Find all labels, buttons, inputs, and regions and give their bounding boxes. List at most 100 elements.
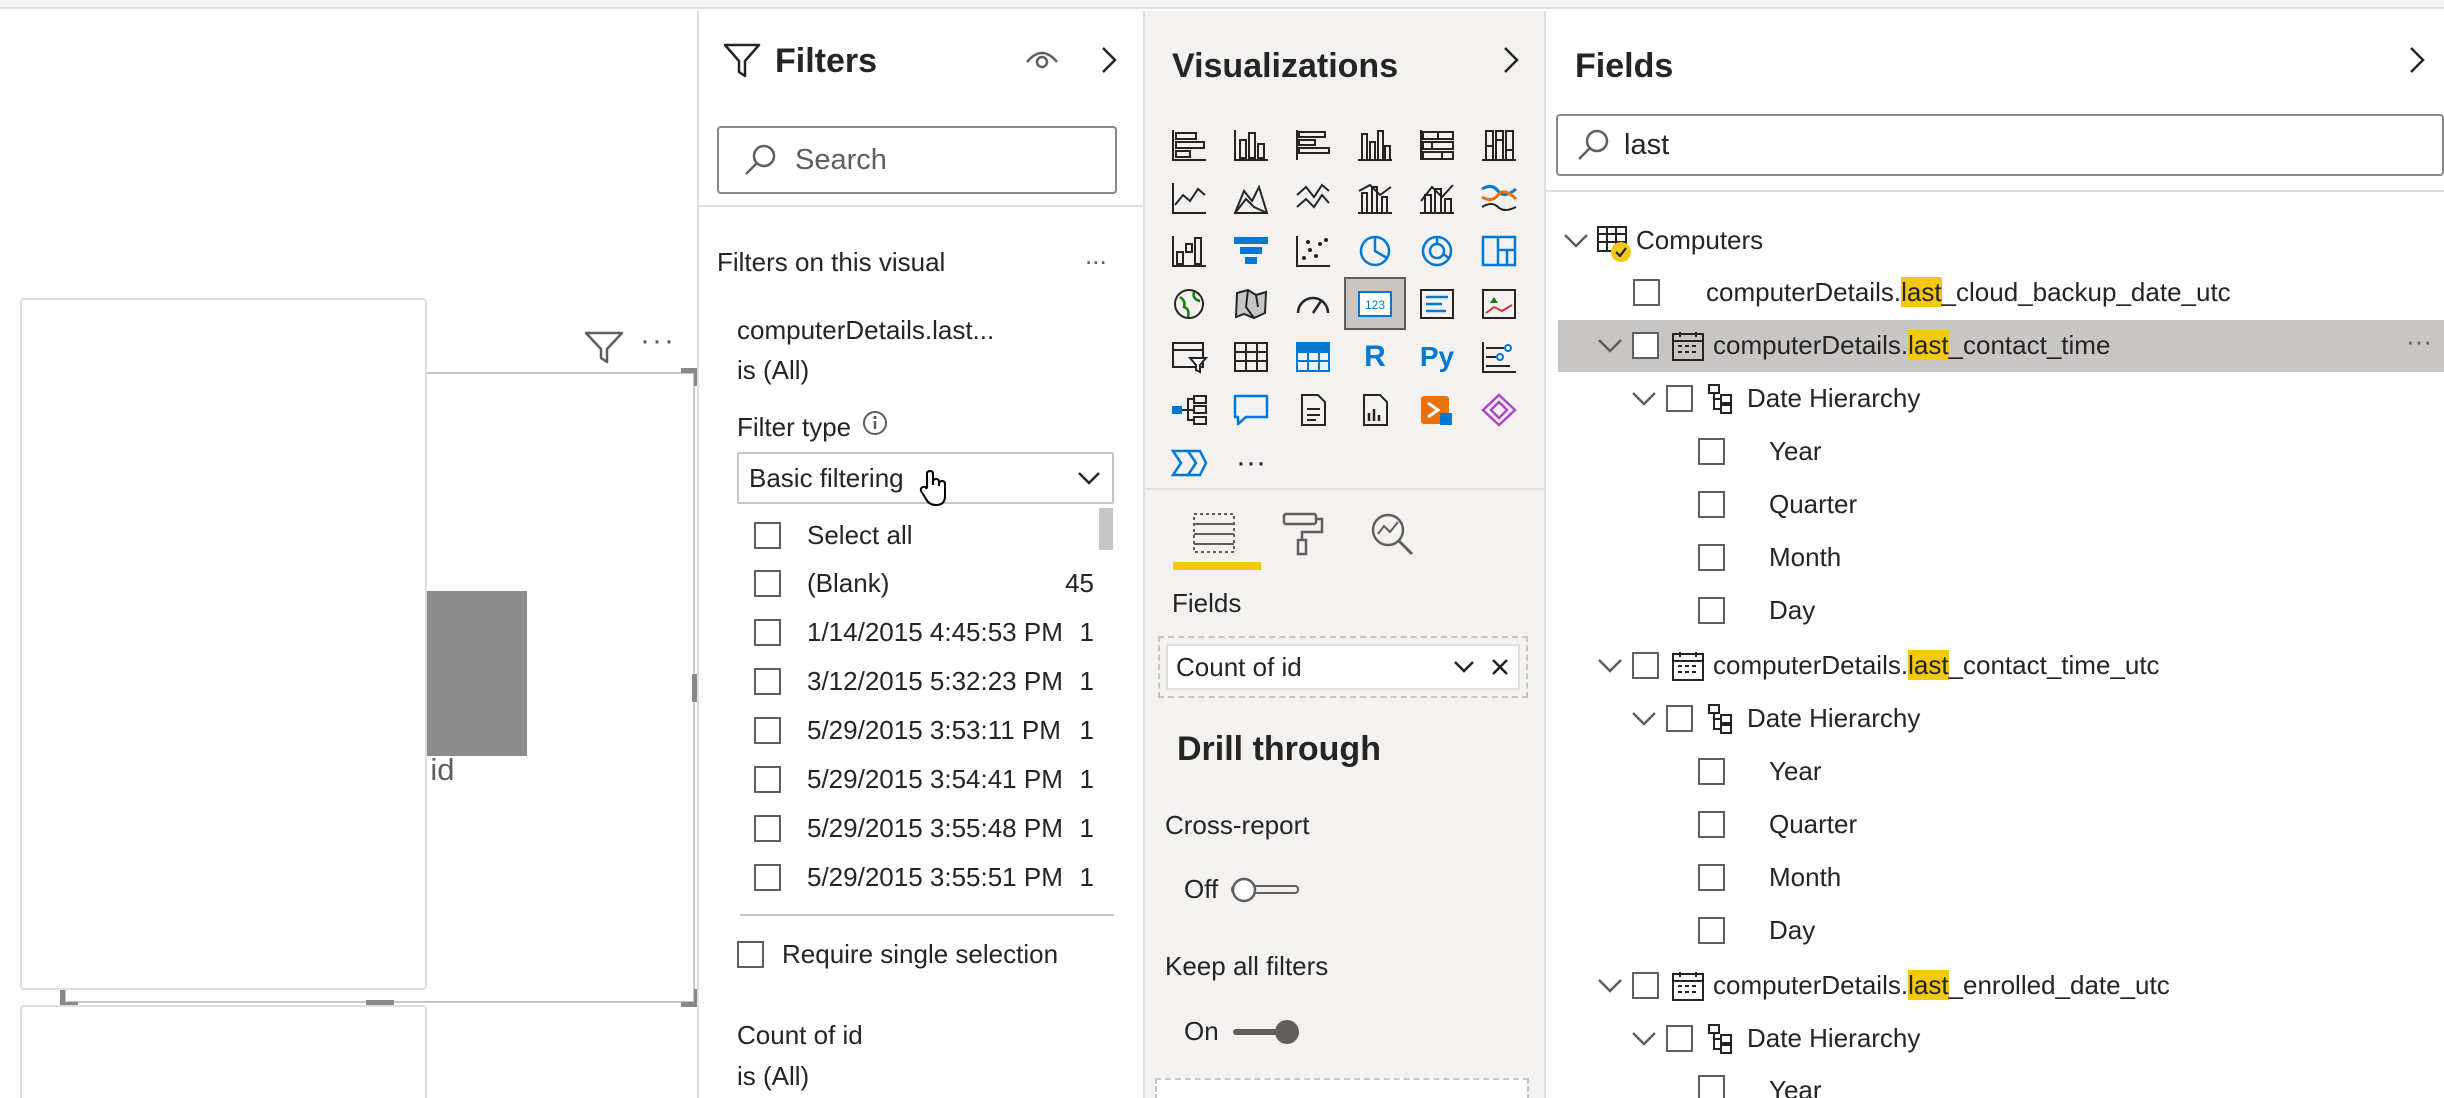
100-stacked-column-icon[interactable]	[1468, 118, 1530, 171]
matrix-icon[interactable]	[1282, 330, 1344, 383]
checkbox[interactable]	[1666, 1025, 1693, 1052]
cross-report-toggle[interactable]: Off	[1184, 874, 1300, 905]
checkbox[interactable]	[1698, 917, 1725, 944]
table-computers[interactable]: Computers	[1562, 214, 1763, 267]
field-row[interactable]: Quarter	[1698, 798, 1857, 851]
checkbox[interactable]	[1698, 1075, 1725, 1098]
ribbon-chart-icon[interactable]	[1468, 171, 1530, 224]
more-options-icon[interactable]: ...	[1085, 240, 1107, 271]
stacked-bar-icon[interactable]	[1158, 118, 1220, 171]
field-row[interactable]: Year	[1698, 1065, 1822, 1098]
more-options-icon[interactable]: ···	[2406, 326, 2432, 357]
field-row[interactable]: Day	[1698, 904, 1815, 957]
checkbox[interactable]	[754, 522, 781, 549]
checkbox[interactable]	[737, 941, 764, 968]
clustered-bar-icon[interactable]	[1282, 118, 1344, 171]
checkbox[interactable]	[754, 766, 781, 793]
checkbox[interactable]	[754, 717, 781, 744]
checkbox[interactable]	[1698, 491, 1725, 518]
filter-card-count-of-id[interactable]	[20, 1005, 427, 1098]
area-chart-icon[interactable]	[1220, 171, 1282, 224]
more-options-icon[interactable]: ···	[640, 324, 676, 358]
paint-roller-icon[interactable]	[1278, 510, 1326, 558]
field-row[interactable]: Year	[1698, 425, 1822, 478]
date-hierarchy[interactable]: Date Hierarchy	[1630, 1012, 1920, 1065]
filters-search[interactable]: Search	[717, 126, 1117, 194]
paginated-report-icon[interactable]	[1344, 383, 1406, 436]
gauge-icon[interactable]	[1282, 277, 1344, 330]
pie-chart-icon[interactable]	[1344, 224, 1406, 277]
donut-chart-icon[interactable]	[1406, 224, 1468, 277]
keep-all-filters-toggle[interactable]: On	[1184, 1016, 1301, 1047]
chevron-down-icon[interactable]	[1630, 389, 1658, 409]
checkbox[interactable]	[1632, 972, 1659, 999]
qa-visual-icon[interactable]	[1220, 383, 1282, 436]
waterfall-icon[interactable]	[1158, 224, 1220, 277]
chevron-down-icon[interactable]	[1630, 1029, 1658, 1049]
field-row[interactable]: computerDetails.last_enrolled_date_utc	[1596, 959, 2170, 1012]
checkbox[interactable]	[1698, 544, 1725, 571]
checkbox[interactable]	[754, 619, 781, 646]
list-item[interactable]: (Blank) 45	[754, 568, 1094, 599]
checkbox[interactable]	[754, 570, 781, 597]
checkbox[interactable]	[1633, 279, 1660, 306]
list-item[interactable]: 5/29/2015 3:54:41 PM 1	[754, 764, 1094, 795]
card-icon[interactable]: 123	[1344, 277, 1406, 330]
checkbox[interactable]	[1666, 705, 1693, 732]
stacked-column-icon[interactable]	[1220, 118, 1282, 171]
chevron-down-icon[interactable]	[1452, 659, 1476, 675]
100-stacked-bar-icon[interactable]	[1406, 118, 1468, 171]
funnel-icon[interactable]	[1220, 224, 1282, 277]
line-clustered-column-icon[interactable]	[1344, 171, 1406, 224]
smart-narrative-icon[interactable]	[1282, 383, 1344, 436]
checkbox[interactable]	[1698, 597, 1725, 624]
treemap-icon[interactable]	[1468, 224, 1530, 277]
date-hierarchy[interactable]: Date Hierarchy	[1630, 692, 1920, 745]
chevron-right-icon[interactable]	[1098, 44, 1120, 76]
multi-row-card-icon[interactable]	[1406, 277, 1468, 330]
field-row[interactable]: Day	[1698, 584, 1815, 637]
require-single-selection[interactable]: Require single selection	[737, 939, 1058, 970]
eye-icon[interactable]	[1024, 46, 1060, 74]
date-hierarchy[interactable]: Date Hierarchy	[1630, 372, 1920, 425]
decomposition-tree-icon[interactable]	[1158, 383, 1220, 436]
chevron-right-icon[interactable]	[2406, 44, 2428, 76]
field-row[interactable]: Month	[1698, 851, 1841, 904]
stacked-area-icon[interactable]	[1282, 171, 1344, 224]
drill-through-well[interactable]	[1155, 1078, 1529, 1098]
info-icon[interactable]	[862, 410, 888, 436]
checkbox[interactable]	[1698, 811, 1725, 838]
checkbox[interactable]	[1698, 758, 1725, 785]
filled-map-icon[interactable]	[1220, 277, 1282, 330]
power-apps-icon[interactable]	[1406, 383, 1468, 436]
chevron-right-icon[interactable]	[1500, 44, 1522, 76]
list-item[interactable]: 3/12/2015 5:32:23 PM 1	[754, 666, 1094, 697]
chevron-down-icon[interactable]	[1596, 336, 1624, 356]
line-stacked-column-icon[interactable]	[1406, 171, 1468, 224]
field-row[interactable]: Quarter	[1698, 478, 1857, 531]
analytics-icon[interactable]	[1366, 510, 1418, 558]
r-visual-icon[interactable]: R	[1344, 330, 1406, 383]
field-pill[interactable]: Count of id	[1166, 644, 1520, 690]
kpi-icon[interactable]	[1468, 277, 1530, 330]
chevron-down-icon[interactable]	[1562, 231, 1590, 251]
field-row[interactable]: Year	[1698, 745, 1822, 798]
checkbox[interactable]	[754, 815, 781, 842]
clustered-column-icon[interactable]	[1344, 118, 1406, 171]
scrollbar-thumb[interactable]	[1099, 508, 1113, 550]
filter-card-field[interactable]: computerDetails.last...	[737, 315, 994, 346]
filter-card-last-field[interactable]	[20, 298, 427, 990]
fields-search[interactable]: last	[1556, 114, 2444, 176]
slicer-icon[interactable]	[1158, 330, 1220, 383]
list-item[interactable]: 1/14/2015 4:45:53 PM 1	[754, 617, 1094, 648]
list-item[interactable]: 5/29/2015 3:53:11 PM 1	[754, 715, 1094, 746]
checkbox[interactable]	[1666, 385, 1693, 412]
list-item[interactable]: 5/29/2015 3:55:48 PM 1	[754, 813, 1094, 844]
more-visuals-icon[interactable]: ···	[1220, 436, 1282, 489]
filter-card-field[interactable]: Count of id	[737, 1020, 863, 1051]
chevron-down-icon[interactable]	[1630, 709, 1658, 729]
checkbox[interactable]	[1632, 332, 1659, 359]
list-item[interactable]: 5/29/2015 3:55:51 PM 1	[754, 862, 1094, 893]
fields-well[interactable]: Count of id	[1158, 636, 1528, 698]
python-visual-icon[interactable]: Py	[1406, 330, 1468, 383]
